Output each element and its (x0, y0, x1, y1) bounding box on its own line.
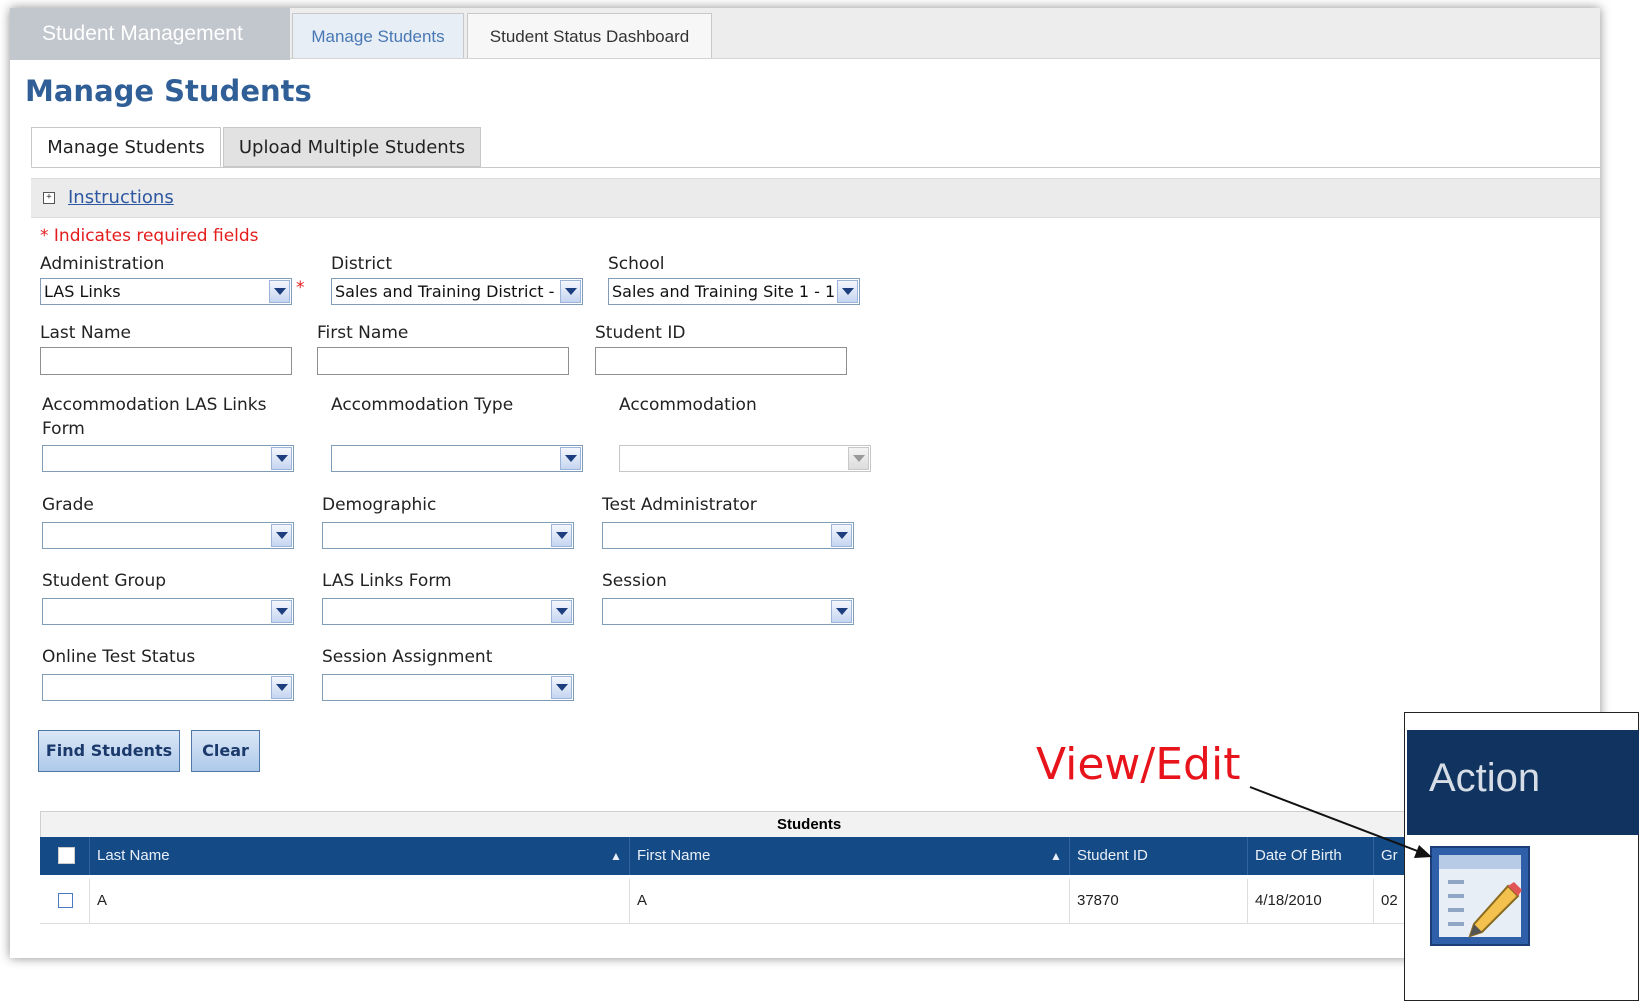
subtab-manage-students[interactable]: Manage Students (31, 127, 221, 167)
callout-arrow (1249, 786, 1432, 858)
